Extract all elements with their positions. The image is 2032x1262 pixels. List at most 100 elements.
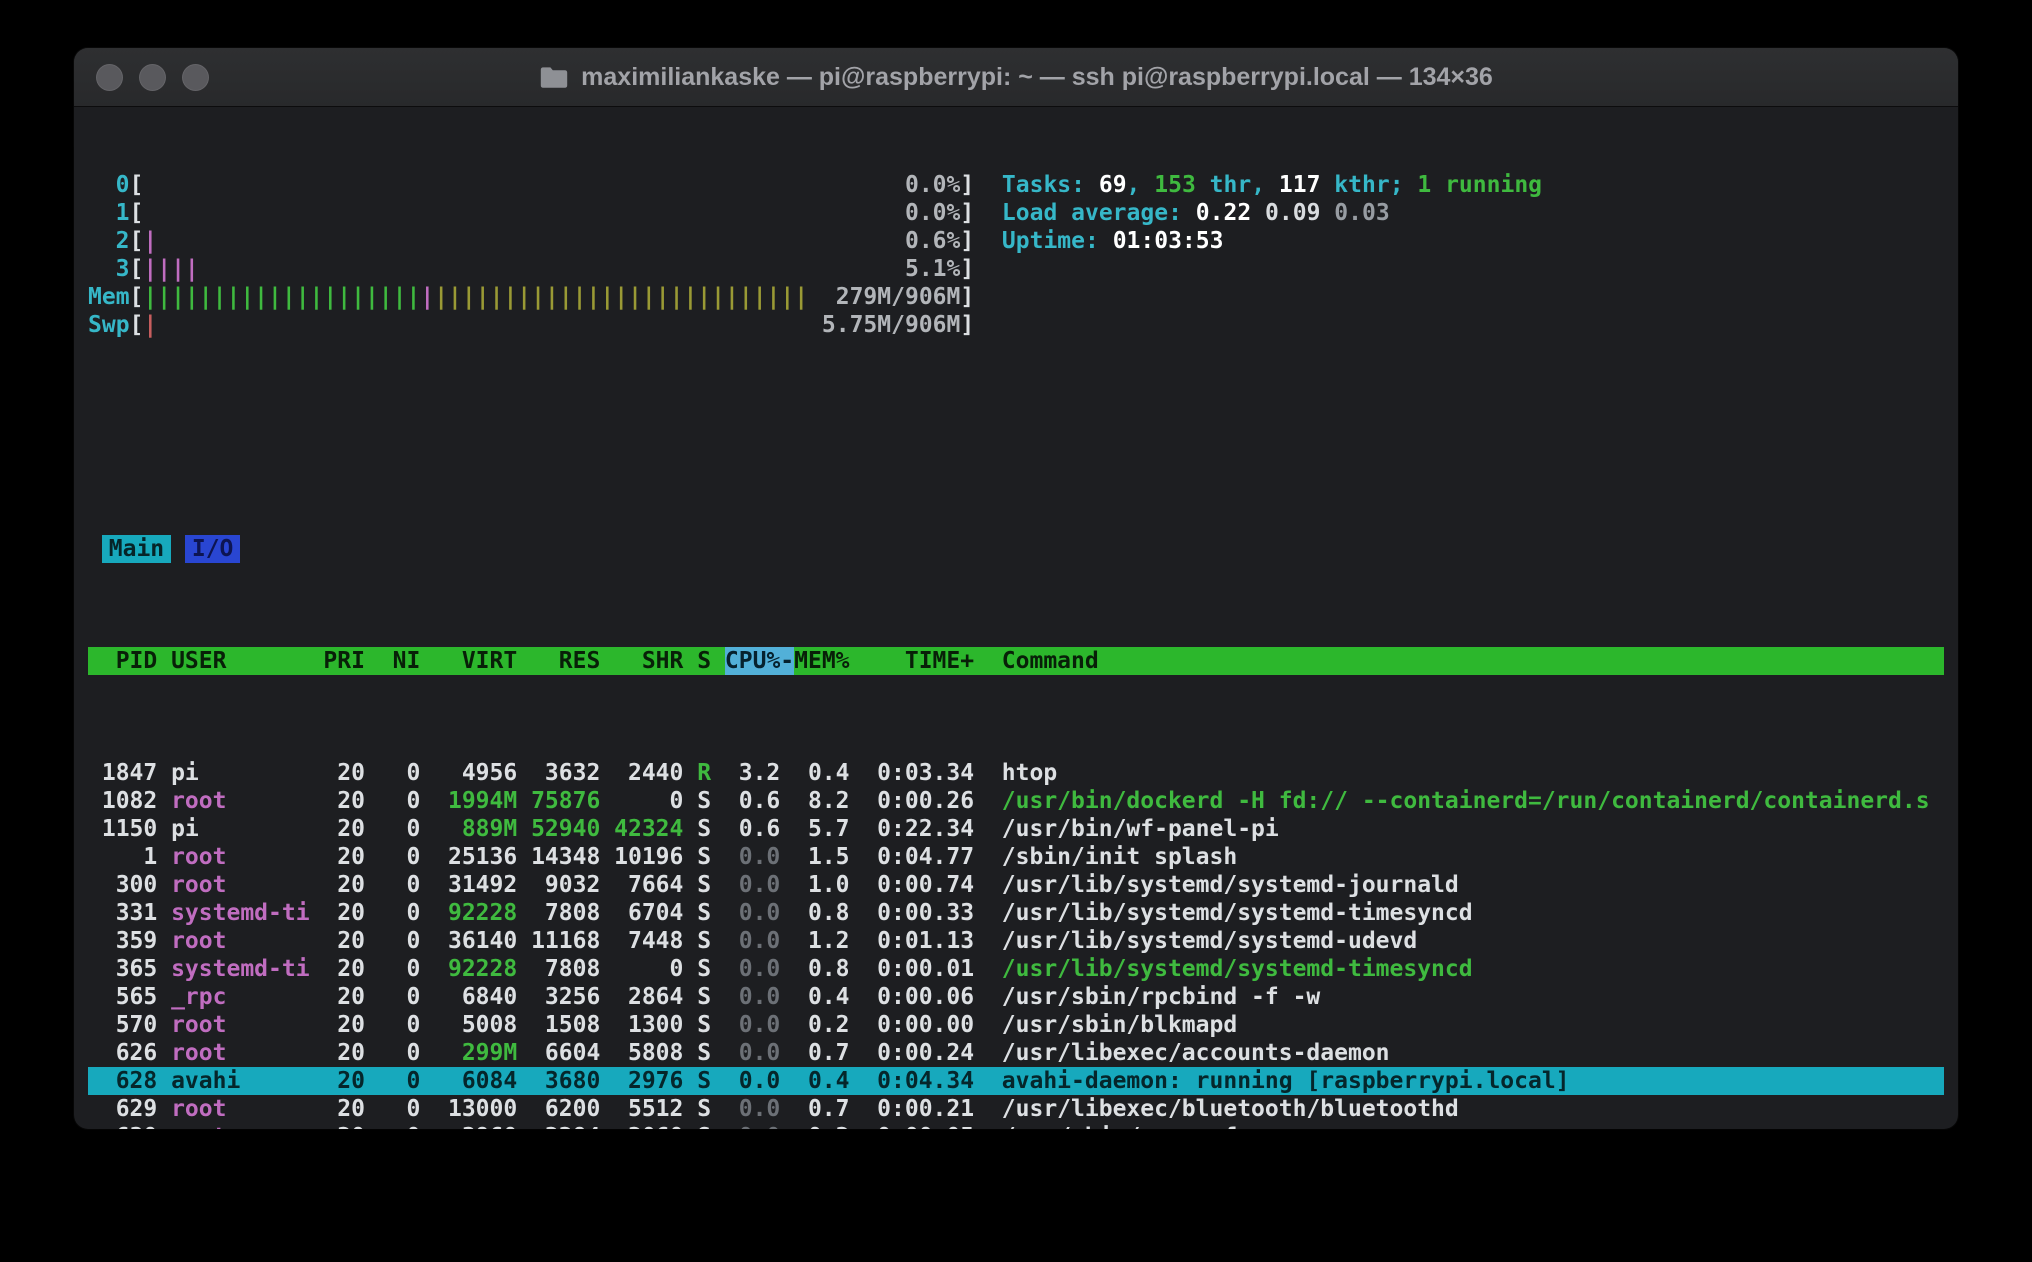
column-header-ni[interactable]: NI — [379, 647, 421, 675]
process-user: root — [171, 843, 309, 871]
process-shr: 0 — [614, 955, 683, 983]
tasks-summary: Tasks: 69, 153 thr, 117 kthr; 1 running — [1002, 171, 1542, 199]
text-segment: , — [1251, 171, 1279, 199]
process-time: 0:00.05 — [863, 1123, 974, 1129]
process-cpu: 0.0 — [725, 1095, 780, 1123]
tab-io[interactable]: I/O — [185, 535, 240, 563]
process-cpu: 0.6 — [725, 815, 780, 843]
close-button[interactable] — [96, 64, 123, 91]
meter-value: 5.75M/906M — [822, 311, 960, 339]
zoom-button[interactable] — [182, 64, 209, 91]
titlebar[interactable]: maximiliankaske — pi@raspberrypi: ~ — ss… — [74, 48, 1958, 107]
process-virt: 4956 — [434, 759, 517, 787]
process-user: pi — [171, 759, 309, 787]
process-res: 3680 — [531, 1067, 600, 1095]
process-row[interactable]: 1root200251361434810196S0.01.50:04.77/sb… — [88, 843, 1944, 871]
process-row[interactable]: 626root200299M66045808S0.00.70:00.24/usr… — [88, 1039, 1944, 1067]
process-pid: 628 — [88, 1067, 157, 1095]
meter-bracket-open: [ — [130, 227, 144, 255]
text-segment: 117 — [1279, 171, 1321, 199]
meter-ticks: | — [143, 227, 157, 255]
meter-bracket-close: ] — [960, 283, 974, 311]
process-ni: 0 — [379, 815, 421, 843]
process-pri: 20 — [323, 1039, 365, 1067]
column-header-virt[interactable]: VIRT — [434, 647, 517, 675]
column-header-s[interactable]: S — [697, 647, 711, 675]
cpu-meter-2: 2[|0.6%] — [88, 227, 974, 255]
process-user: systemd-ti — [171, 899, 309, 927]
process-cpu: 0.0 — [725, 843, 780, 871]
process-mem: 0.2 — [794, 1123, 849, 1129]
process-pid: 359 — [88, 927, 157, 955]
process-time: 0:00.06 — [863, 983, 974, 1011]
process-virt: 889M — [434, 815, 517, 843]
process-row[interactable]: 565_rpc200684032562864S0.00.40:00.06/usr… — [88, 983, 1944, 1011]
process-row[interactable]: 628avahi200608436802976S0.00.40:04.34ava… — [88, 1067, 1944, 1095]
htop-header: 0[0.0%]1[0.0%]2[|0.6%]3[||||5.1%]Mem[|||… — [88, 171, 1944, 339]
window-title-text: maximiliankaske — pi@raspberrypi: ~ — ss… — [581, 63, 1493, 92]
column-header-cmd[interactable]: Command — [1002, 647, 1944, 675]
process-row[interactable]: 359root20036140111687448S0.01.20:01.13/u… — [88, 927, 1944, 955]
meter-bar: ||||5.1% — [143, 255, 960, 283]
process-cpu: 0.0 — [725, 1011, 780, 1039]
column-header-time[interactable]: TIME+ — [863, 647, 974, 675]
process-pri: 20 — [323, 843, 365, 871]
tab-main[interactable]: Main — [102, 535, 171, 563]
summary-column: Tasks: 69, 153 thr, 117 kthr; 1 runningL… — [1002, 171, 1542, 339]
process-row[interactable]: 1082root2001994M758760S0.68.20:00.26/usr… — [88, 787, 1944, 815]
process-ni: 0 — [379, 983, 421, 1011]
process-mem: 0.8 — [794, 955, 849, 983]
process-ni: 0 — [379, 927, 421, 955]
process-mem: 0.7 — [794, 1039, 849, 1067]
process-pid: 570 — [88, 1011, 157, 1039]
meter-label: Mem — [88, 283, 130, 311]
column-header-mem[interactable]: MEM% — [794, 647, 849, 675]
process-user: pi — [171, 815, 309, 843]
terminal-content[interactable]: 0[0.0%]1[0.0%]2[|0.6%]3[||||5.1%]Mem[|||… — [74, 107, 1958, 1129]
process-row[interactable]: 570root200500815081300S0.00.20:00.00/usr… — [88, 1011, 1944, 1039]
process-user: root — [171, 1123, 309, 1129]
process-cpu: 3.2 — [725, 759, 780, 787]
process-list: 1847pi200495636322440R3.20.40:03.34htop1… — [88, 759, 1944, 1129]
process-row[interactable]: 629root2001300062005512S0.00.70:00.21/us… — [88, 1095, 1944, 1123]
column-header-res[interactable]: RES — [531, 647, 600, 675]
process-res: 14348 — [531, 843, 600, 871]
process-row[interactable]: 630root200396022842060S0.00.20:00.05/usr… — [88, 1123, 1944, 1129]
process-res: 75876 — [531, 787, 600, 815]
process-virt: 299M — [434, 1039, 517, 1067]
process-pri: 20 — [323, 955, 365, 983]
process-s: R — [697, 759, 711, 787]
meter-bracket-open: [ — [130, 171, 144, 199]
process-pri: 20 — [323, 871, 365, 899]
process-res: 1508 — [531, 1011, 600, 1039]
meter-value: 279M/906M — [836, 283, 961, 311]
process-row[interactable]: 1150pi200889M5294042324S0.65.70:22.34/us… — [88, 815, 1944, 843]
process-s: S — [697, 955, 711, 983]
meter-tick-group: |||| — [143, 256, 198, 282]
process-shr: 0 — [614, 787, 683, 815]
cpu-meter-3: 3[||||5.1%] — [88, 255, 974, 283]
column-header-user[interactable]: USER — [171, 647, 309, 675]
process-row[interactable]: 1847pi200495636322440R3.20.40:03.34htop — [88, 759, 1944, 787]
process-cmd: /usr/lib/systemd/systemd-timesyncd — [1002, 899, 1944, 927]
column-header-pri[interactable]: PRI — [323, 647, 365, 675]
process-s: S — [697, 899, 711, 927]
process-row[interactable]: 331systemd-ti2009222878086704S0.00.80:00… — [88, 899, 1944, 927]
process-virt: 5008 — [434, 1011, 517, 1039]
column-header-shr[interactable]: SHR — [614, 647, 683, 675]
process-user: root — [171, 1095, 309, 1123]
text-segment: Uptime: — [1002, 227, 1113, 255]
minimize-button[interactable] — [139, 64, 166, 91]
column-header-pid[interactable]: PID — [88, 647, 157, 675]
meter-bracket-open: [ — [130, 311, 144, 339]
process-shr: 2440 — [614, 759, 683, 787]
process-row[interactable]: 300root2003149290327664S0.01.00:00.74/us… — [88, 871, 1944, 899]
process-row[interactable]: 365systemd-ti2009222878080S0.00.80:00.01… — [88, 955, 1944, 983]
process-shr: 1300 — [614, 1011, 683, 1039]
process-s: S — [697, 1011, 711, 1039]
column-header-cpu[interactable]: CPU% — [725, 647, 780, 675]
process-res: 7808 — [531, 955, 600, 983]
screen-tabs: Main I/O — [88, 535, 1944, 563]
process-pri: 20 — [323, 1067, 365, 1095]
process-shr: 2976 — [614, 1067, 683, 1095]
